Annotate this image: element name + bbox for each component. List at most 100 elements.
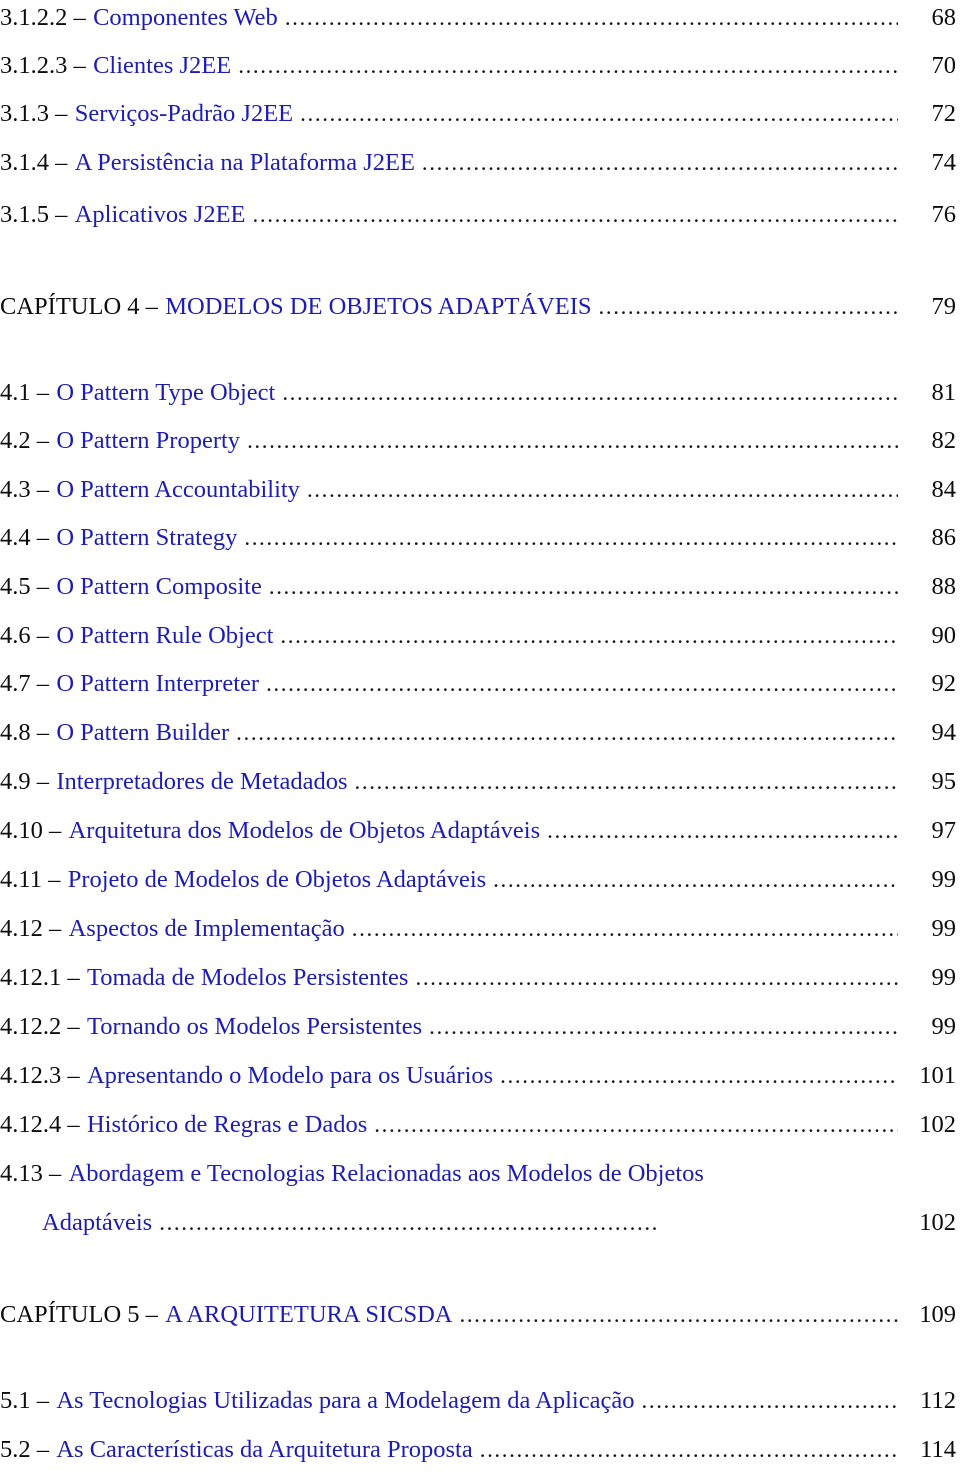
- toc-page-number: 101: [919, 1062, 956, 1089]
- toc-entry[interactable]: 4.5 – O Pattern Composite 88: [0, 573, 960, 600]
- toc-page-number: 88: [931, 573, 957, 600]
- toc-dot-leader: [493, 868, 898, 893]
- toc-entry-title[interactable]: O Pattern Strategy: [56, 525, 237, 551]
- toc-entry-title[interactable]: Tornando os Modelos Persistentes: [87, 1014, 422, 1040]
- toc-entry-number: 4.6 –: [0, 622, 49, 649]
- toc-dot-leader: [547, 819, 898, 844]
- toc-entry-title[interactable]: Serviços-Padrão J2EE: [75, 101, 293, 127]
- toc-page-number: 102: [919, 1111, 956, 1138]
- toc-entry-number: 4.4 –: [0, 524, 49, 551]
- toc-page-number: 82: [931, 427, 957, 454]
- toc-entry[interactable]: 4.2 – O Pattern Property 82: [0, 427, 960, 454]
- toc-page-number: 79: [931, 293, 957, 320]
- toc-entry-title[interactable]: O Pattern Type Object: [56, 380, 275, 406]
- toc-entry[interactable]: 4.13 – Abordagem e Tecnologias Relacionad…: [0, 1160, 960, 1187]
- toc-entry[interactable]: 4.8 – O Pattern Builder 94: [0, 719, 960, 746]
- toc-entry[interactable]: 4.12.2 – Tornando os Modelos Persistentes…: [0, 1014, 960, 1040]
- toc-entry[interactable]: 5.2 – As Características da Arquitetura P…: [0, 1436, 960, 1463]
- toc-entry-title[interactable]: O Pattern Builder: [56, 720, 229, 746]
- toc-entry[interactable]: 4.1 – O Pattern Type Object 81: [0, 379, 960, 406]
- toc-dot-leader: [253, 203, 898, 228]
- toc-entry-number: 4.10 –: [0, 817, 62, 844]
- toc-entry[interactable]: 4.4 – O Pattern Strategy 86: [0, 524, 960, 551]
- toc-dot-leader: [285, 6, 898, 31]
- toc-entry-title[interactable]: O Pattern Composite: [56, 574, 262, 600]
- toc-entry[interactable]: Adaptáveis 102: [0, 1209, 960, 1236]
- toc-page-number: 112: [920, 1387, 956, 1414]
- toc-dot-leader: [500, 1064, 898, 1089]
- toc-entry[interactable]: 4.10 – Arquitetura dos Modelos de Objetos…: [0, 817, 960, 844]
- toc-entry[interactable]: 5.1 – As Tecnologias Utilizadas para a Mo…: [0, 1387, 960, 1414]
- toc-entry[interactable]: 4.6 – O Pattern Rule Object 90: [0, 622, 960, 649]
- toc-entry[interactable]: 4.12 – Aspectos de Implementação 99: [0, 915, 960, 942]
- toc-entry-title[interactable]: As Tecnologias Utilizadas para a Modelag…: [56, 1388, 634, 1414]
- toc-entry-title[interactable]: MODELOS DE OBJETOS ADAPTÁVEIS: [165, 294, 591, 320]
- toc-dot-leader: [422, 151, 898, 176]
- toc-entry[interactable]: 4.9 – Interpretadores de Metadados 95: [0, 768, 960, 795]
- toc-entry-title[interactable]: Aplicativos J2EE: [75, 202, 246, 228]
- toc-entry-title[interactable]: Histórico de Regras e Dados: [87, 1112, 367, 1138]
- toc-entry-number: 4.1 –: [0, 379, 49, 406]
- toc-entry[interactable]: 4.12.3 – Apresentando o Modelo para os Us…: [0, 1062, 960, 1089]
- toc-entry-number: 4.12.1 –: [0, 964, 80, 991]
- toc-entry-title[interactable]: Tomada de Modelos Persistentes: [87, 965, 409, 991]
- toc-entry[interactable]: CAPÍTULO 4 – MODELOS DE OBJETOS ADAPTÁVEI…: [0, 293, 960, 320]
- toc-entry-title[interactable]: Abordagem e Tecnologias Relacionadas aos…: [69, 1161, 704, 1187]
- toc-dot-leader: [355, 770, 899, 795]
- toc-entry-title[interactable]: Clientes J2EE: [93, 53, 231, 79]
- toc-entry-title[interactable]: Projeto de Modelos de Objetos Adaptáveis: [68, 867, 486, 893]
- toc-page-number: 97: [931, 817, 957, 844]
- toc-page-number: 99: [931, 866, 957, 893]
- toc-entry[interactable]: 3.1.2.3 – Clientes J2EE 70: [0, 53, 960, 79]
- toc-entry-title[interactable]: O Pattern Property: [56, 428, 240, 454]
- toc-entry[interactable]: 4.12.4 – Histórico de Regras e Dados 102: [0, 1111, 960, 1138]
- toc-entry-number: 4.12.4 –: [0, 1111, 80, 1138]
- toc-page-number: 84: [931, 476, 957, 503]
- toc-page-number: 109: [919, 1301, 956, 1328]
- toc-entry-number: 4.9 –: [0, 768, 49, 795]
- toc-entry-number: 4.12 –: [0, 915, 62, 942]
- toc-dot-leader: [236, 721, 898, 746]
- toc-entry-title[interactable]: O Pattern Rule Object: [56, 623, 273, 649]
- toc-entry-number: 4.13 –: [0, 1160, 62, 1187]
- toc-dot-leader: [238, 54, 898, 79]
- toc-entry-title[interactable]: As Características da Arquitetura Propos…: [56, 1437, 472, 1463]
- toc-entry-number: 5.1 –: [0, 1387, 49, 1414]
- toc-entry-title[interactable]: Arquitetura dos Modelos de Objetos Adapt…: [69, 818, 541, 844]
- toc-entry-number: 4.3 –: [0, 476, 49, 503]
- toc-entry-title[interactable]: A Persistência na Plataforma J2EE: [75, 150, 415, 176]
- toc-entry-title[interactable]: Apresentando o Modelo para os Usuários: [87, 1063, 493, 1089]
- toc-entry-number: 3.1.2.2 –: [0, 4, 86, 31]
- toc-entry[interactable]: 3.1.5 – Aplicativos J2EE 76: [0, 202, 960, 228]
- toc-entry[interactable]: 3.1.3 – Serviços-Padrão J2EE 72: [0, 100, 960, 127]
- toc-dot-leader: [429, 1015, 898, 1040]
- toc-page-number: 92: [931, 670, 957, 697]
- toc-entry[interactable]: 4.11 – Projeto de Modelos de Objetos Adap…: [0, 866, 960, 893]
- toc-entry-title[interactable]: Aspectos de Implementação: [69, 916, 345, 942]
- toc-entry-title[interactable]: Adaptáveis: [42, 1210, 152, 1236]
- toc-entry-title[interactable]: O Pattern Interpreter: [56, 671, 259, 697]
- toc-entry[interactable]: 3.1.2.2 – Componentes Web 68: [0, 4, 960, 31]
- toc-dot-leader: [352, 917, 898, 942]
- toc-entry-number: 4.8 –: [0, 719, 49, 746]
- toc-entry[interactable]: CAPÍTULO 5 – A ARQUITETURA SICSDA 109: [0, 1301, 960, 1328]
- toc-entry-number: 5.2 –: [0, 1436, 49, 1463]
- toc-dot-leader: [307, 478, 898, 503]
- toc-dot-leader: [266, 672, 898, 697]
- toc-dot-leader: [244, 526, 898, 551]
- toc-page-number: 114: [920, 1436, 956, 1463]
- toc-entry[interactable]: 4.7 – O Pattern Interpreter 92: [0, 670, 960, 697]
- toc-entry-title[interactable]: A ARQUITETURA SICSDA: [165, 1302, 452, 1328]
- toc-entry[interactable]: 4.3 – O Pattern Accountability 84: [0, 476, 960, 503]
- toc-entry-title[interactable]: O Pattern Accountability: [56, 477, 300, 503]
- toc-entry-title[interactable]: Interpretadores de Metadados: [56, 769, 347, 795]
- toc-entry-number: 3.1.4 –: [0, 149, 68, 176]
- toc-entry-number: 4.2 –: [0, 427, 49, 454]
- toc-dot-leader: [280, 624, 898, 649]
- toc-entry-number: 3.1.3 –: [0, 100, 68, 127]
- toc-entry-title[interactable]: Componentes Web: [93, 5, 278, 31]
- toc-entry[interactable]: 3.1.4 – A Persistência na Plataforma J2EE…: [0, 149, 960, 176]
- toc-entry[interactable]: 4.12.1 – Tomada de Modelos Persistentes 99: [0, 964, 960, 991]
- toc-dot-leader: [300, 102, 898, 127]
- toc-page-number: 102: [919, 1209, 956, 1236]
